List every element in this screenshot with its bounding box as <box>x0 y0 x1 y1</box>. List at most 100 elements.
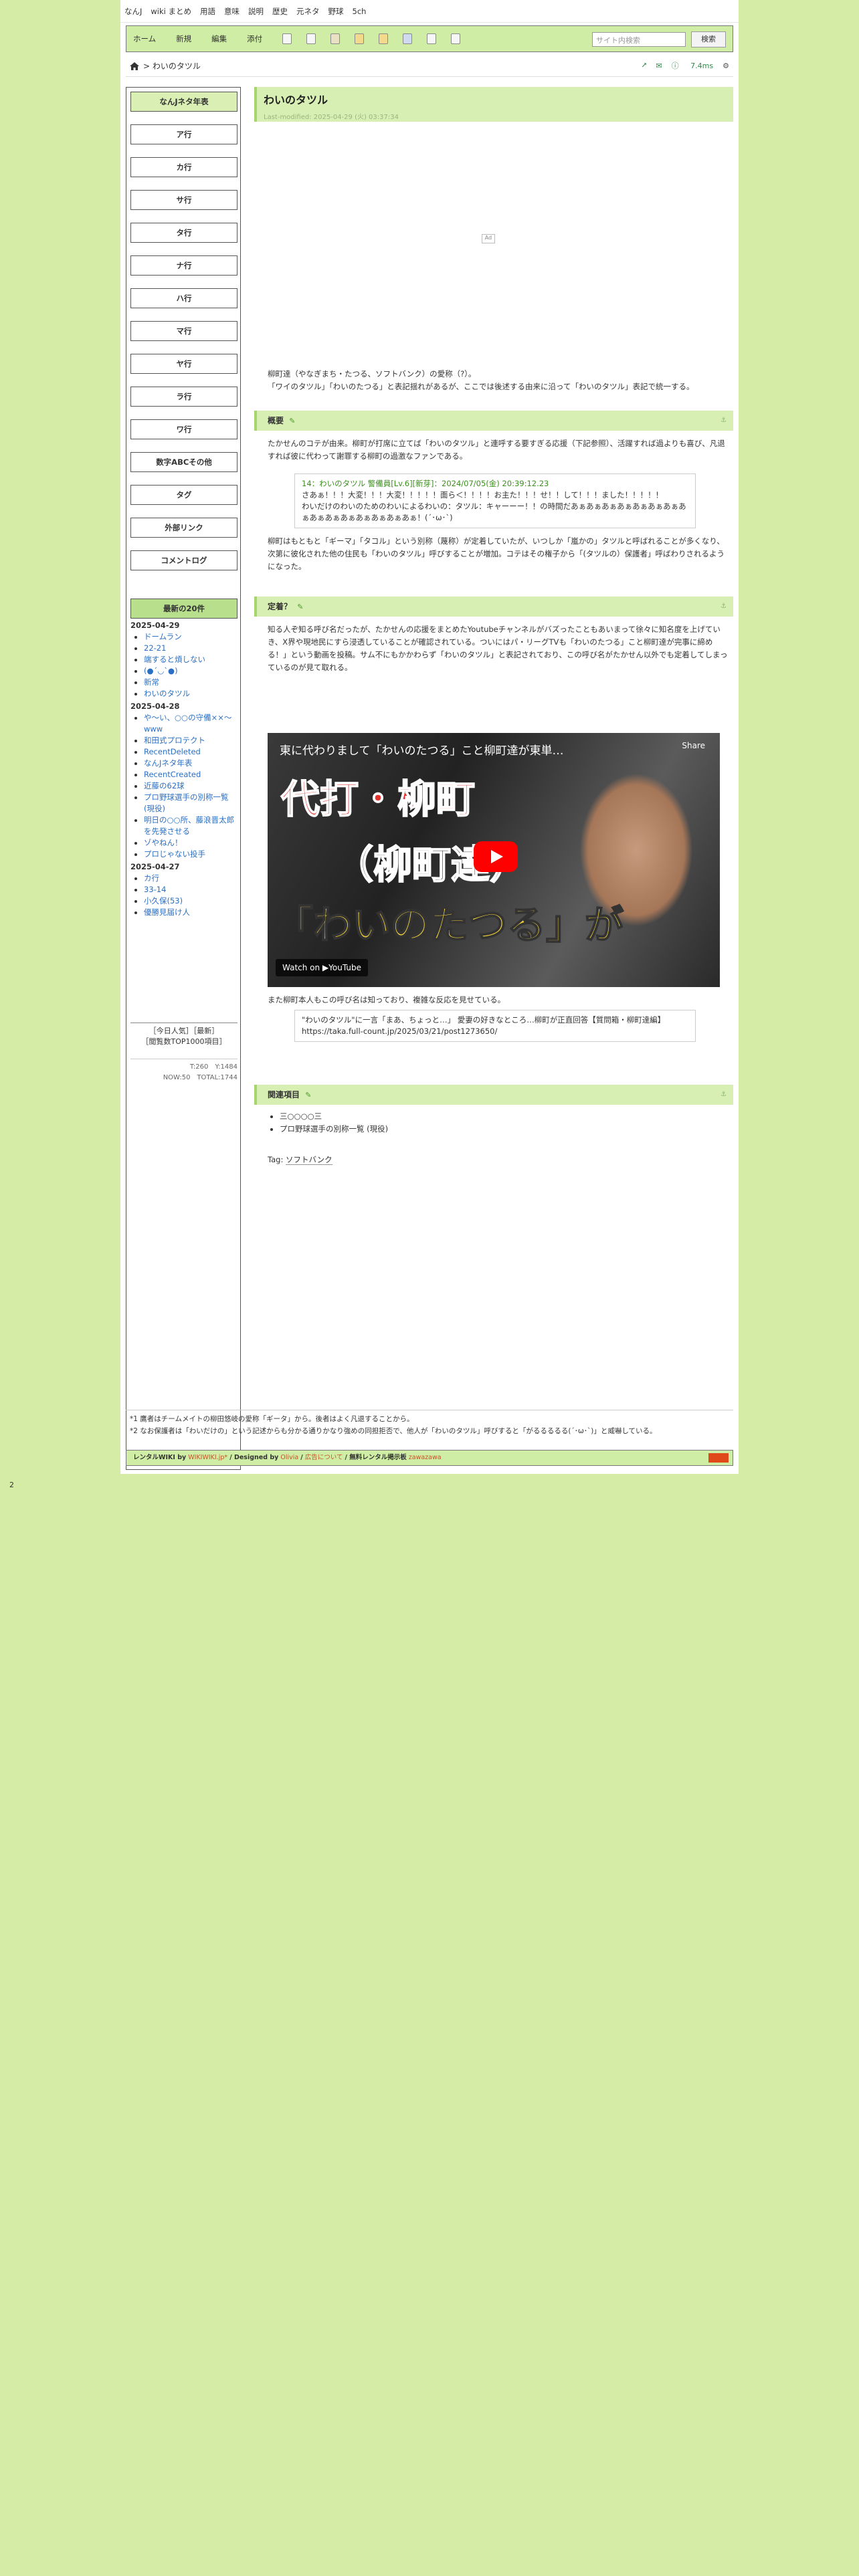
new-page-icon[interactable] <box>282 33 292 44</box>
sidebar-item-links[interactable]: 外部リンク <box>130 518 237 538</box>
anchor-icon[interactable]: ⚓ <box>721 597 727 617</box>
recent-link[interactable]: 近藤の62球 <box>144 781 185 790</box>
recent-link[interactable]: 小久保(53) <box>144 896 183 905</box>
recent-link[interactable]: 22-21 <box>144 643 166 653</box>
recent-link[interactable]: なんJネタ年表 <box>144 758 192 768</box>
recent-link[interactable]: プロじゃない投手 <box>144 849 205 859</box>
sidebar-item-ta[interactable]: タ行 <box>130 223 237 243</box>
sidebar-item-ka[interactable]: カ行 <box>130 157 237 177</box>
footer-link[interactable]: Olivia <box>280 1454 298 1461</box>
recent-link[interactable]: 和田式プロテクト <box>144 736 205 745</box>
share-icon[interactable]: ⭧ <box>642 61 646 70</box>
sidebar-item-na[interactable]: ナ行 <box>130 255 237 276</box>
tag-line: Tag: ソフトバンク <box>268 1154 332 1165</box>
sidebar-item-ya[interactable]: ヤ行 <box>130 354 237 374</box>
tag-link[interactable]: ソフトバンク <box>286 1155 332 1165</box>
recent-link[interactable]: カ行 <box>144 873 159 883</box>
rank-link-top[interactable]: ［閲覧数TOP1000項目］ <box>130 1037 237 1047</box>
tag-label: Tag: <box>268 1155 284 1164</box>
list-icon[interactable] <box>403 33 413 44</box>
recent-link[interactable]: RecentCreated <box>144 770 201 779</box>
page-title: わいのタツル <box>264 94 328 106</box>
sidebar-item-tag[interactable]: タグ <box>130 485 237 505</box>
recent-icon[interactable] <box>427 33 437 44</box>
related-link[interactable]: プロ野球選手の別称一覧 (現役) <box>280 1124 388 1134</box>
top-link[interactable]: 野球 <box>328 6 344 17</box>
overview-paragraph: たかせんのコテが由来。柳町が打席に立てば「わいのタツル」と連呼する要すぎる応援（… <box>268 439 725 461</box>
edit-pencil-icon[interactable]: ✎ <box>297 603 303 611</box>
sidebar-item-nenpyo[interactable]: なんJネタ年表 <box>130 92 237 112</box>
list-item: プロ野球選手の別称一覧 (現役) <box>144 792 237 815</box>
youtube-embed[interactable]: 代打・柳町 （柳町達） 「わいのたつる」が 東に代わりまして「わいのたつる」こと… <box>268 733 720 987</box>
top-link[interactable]: 歴史 <box>272 6 288 17</box>
sidebar-item-other[interactable]: 数字ABCその他 <box>130 452 237 472</box>
mail-icon[interactable]: ✉ <box>656 62 662 70</box>
established-paragraph: 知る人ぞ知る呼び名だったが、たかせんの応援をまとめたYoutubeチャンネルがバ… <box>268 625 728 672</box>
copy-page-icon[interactable] <box>306 33 316 44</box>
sidebar-item-sa[interactable]: サ行 <box>130 190 237 210</box>
list-item: 三○○○○三 <box>280 1110 729 1123</box>
list-item: (●´◡`●) <box>144 665 237 677</box>
edit-pencil-icon[interactable]: ✎ <box>305 1091 311 1099</box>
edit-pencil-icon[interactable]: ✎ <box>289 417 295 425</box>
footer-link[interactable]: zawazawa <box>409 1454 442 1461</box>
video-title[interactable]: 東に代わりまして「わいのたつる」こと柳町達が東単… <box>280 741 564 758</box>
sidebar-item-ha[interactable]: ハ行 <box>130 288 237 308</box>
play-button-icon[interactable] <box>474 841 518 872</box>
recent-link[interactable]: わいのタツル <box>144 689 190 698</box>
nav-home[interactable]: ホーム <box>133 33 156 44</box>
top-link[interactable]: 意味 <box>224 6 240 17</box>
recent-link[interactable]: 33-14 <box>144 885 166 894</box>
nav-edit[interactable]: 編集 <box>211 33 227 44</box>
sidebar-item-a[interactable]: ア行 <box>130 124 237 144</box>
footer-bar: レンタルWIKI by WIKIWIKI.jp* / Designed by O… <box>126 1450 733 1466</box>
top-link[interactable]: 5ch <box>353 7 367 16</box>
sidebar-item-ra[interactable]: ラ行 <box>130 387 237 407</box>
recent-link[interactable]: 明日の○○所、藤浪晋太郎を先発させる <box>144 815 234 836</box>
top-link[interactable]: なんJ <box>124 6 142 17</box>
help-icon[interactable] <box>451 33 461 44</box>
ad-placeholder[interactable]: Ad <box>482 234 495 243</box>
quote-box: "わいのタツル"に一言「まあ、ちょっと…」 愛妻の好きなところ…柳町が正直回答【… <box>294 1010 696 1042</box>
recent-link[interactable]: 優勝見届け人 <box>144 907 190 917</box>
recent-link[interactable]: ドームラン <box>144 632 182 641</box>
anchor-icon[interactable]: ⚓ <box>721 1085 727 1105</box>
rss-badge-icon[interactable] <box>708 1453 729 1463</box>
sidebar-item-wa[interactable]: ワ行 <box>130 419 237 439</box>
search-input[interactable]: サイト内検索 <box>592 32 686 47</box>
recent-link[interactable]: 端すると煩しない <box>144 655 205 664</box>
render-time: 7.4ms <box>690 62 714 70</box>
top-link[interactable]: wiki まとめ <box>151 6 191 17</box>
search-button[interactable]: 検索 <box>691 31 726 47</box>
backup-icon[interactable] <box>379 33 389 44</box>
share-button[interactable]: Share <box>682 741 705 750</box>
recent-link[interactable]: RecentDeleted <box>144 747 201 756</box>
recent-link[interactable]: (●´◡`●) <box>144 666 178 675</box>
diff-icon[interactable] <box>355 33 365 44</box>
recent-link[interactable]: プロ野球選手の別称一覧 (現役) <box>144 792 229 813</box>
footer-link[interactable]: 広告について <box>305 1454 343 1461</box>
divider <box>126 76 733 77</box>
anchor-icon[interactable]: ⚓ <box>721 411 727 431</box>
article-link[interactable]: https://taka.full-count.jp/2025/03/21/po… <box>302 1027 497 1036</box>
rank-link-today[interactable]: ［今日人気］［最新］ <box>130 1026 237 1037</box>
top-link[interactable]: 説明 <box>248 6 264 17</box>
footer-link[interactable]: WIKIWIKI.jp* <box>188 1454 227 1461</box>
home-icon[interactable] <box>130 62 139 70</box>
recent-link[interactable]: ゾやねん！ <box>144 838 183 847</box>
top-link[interactable]: 用語 <box>200 6 215 17</box>
top-link[interactable]: 元ネタ <box>296 6 320 17</box>
watch-on-youtube-button[interactable]: Watch on ▶YouTube <box>276 959 368 976</box>
gear-icon[interactable]: ⚙ <box>723 62 729 70</box>
recent-link[interactable]: や～い、○○の守備××～www <box>144 713 231 734</box>
nav-new[interactable]: 新規 <box>176 33 191 44</box>
page-number: 2 <box>9 1481 14 1489</box>
rename-icon[interactable] <box>330 33 341 44</box>
sidebar-item-commentlog[interactable]: コメントログ <box>130 550 237 570</box>
sidebar-item-ma[interactable]: マ行 <box>130 321 237 341</box>
recent-link[interactable]: 新常 <box>144 677 159 687</box>
nav-attach[interactable]: 添付 <box>247 33 262 44</box>
section-heading-established: 定着？ ✎ ⚓ <box>254 597 733 617</box>
list-item: 優勝見届け人 <box>144 907 237 918</box>
related-link[interactable]: 三○○○○三 <box>280 1111 322 1121</box>
